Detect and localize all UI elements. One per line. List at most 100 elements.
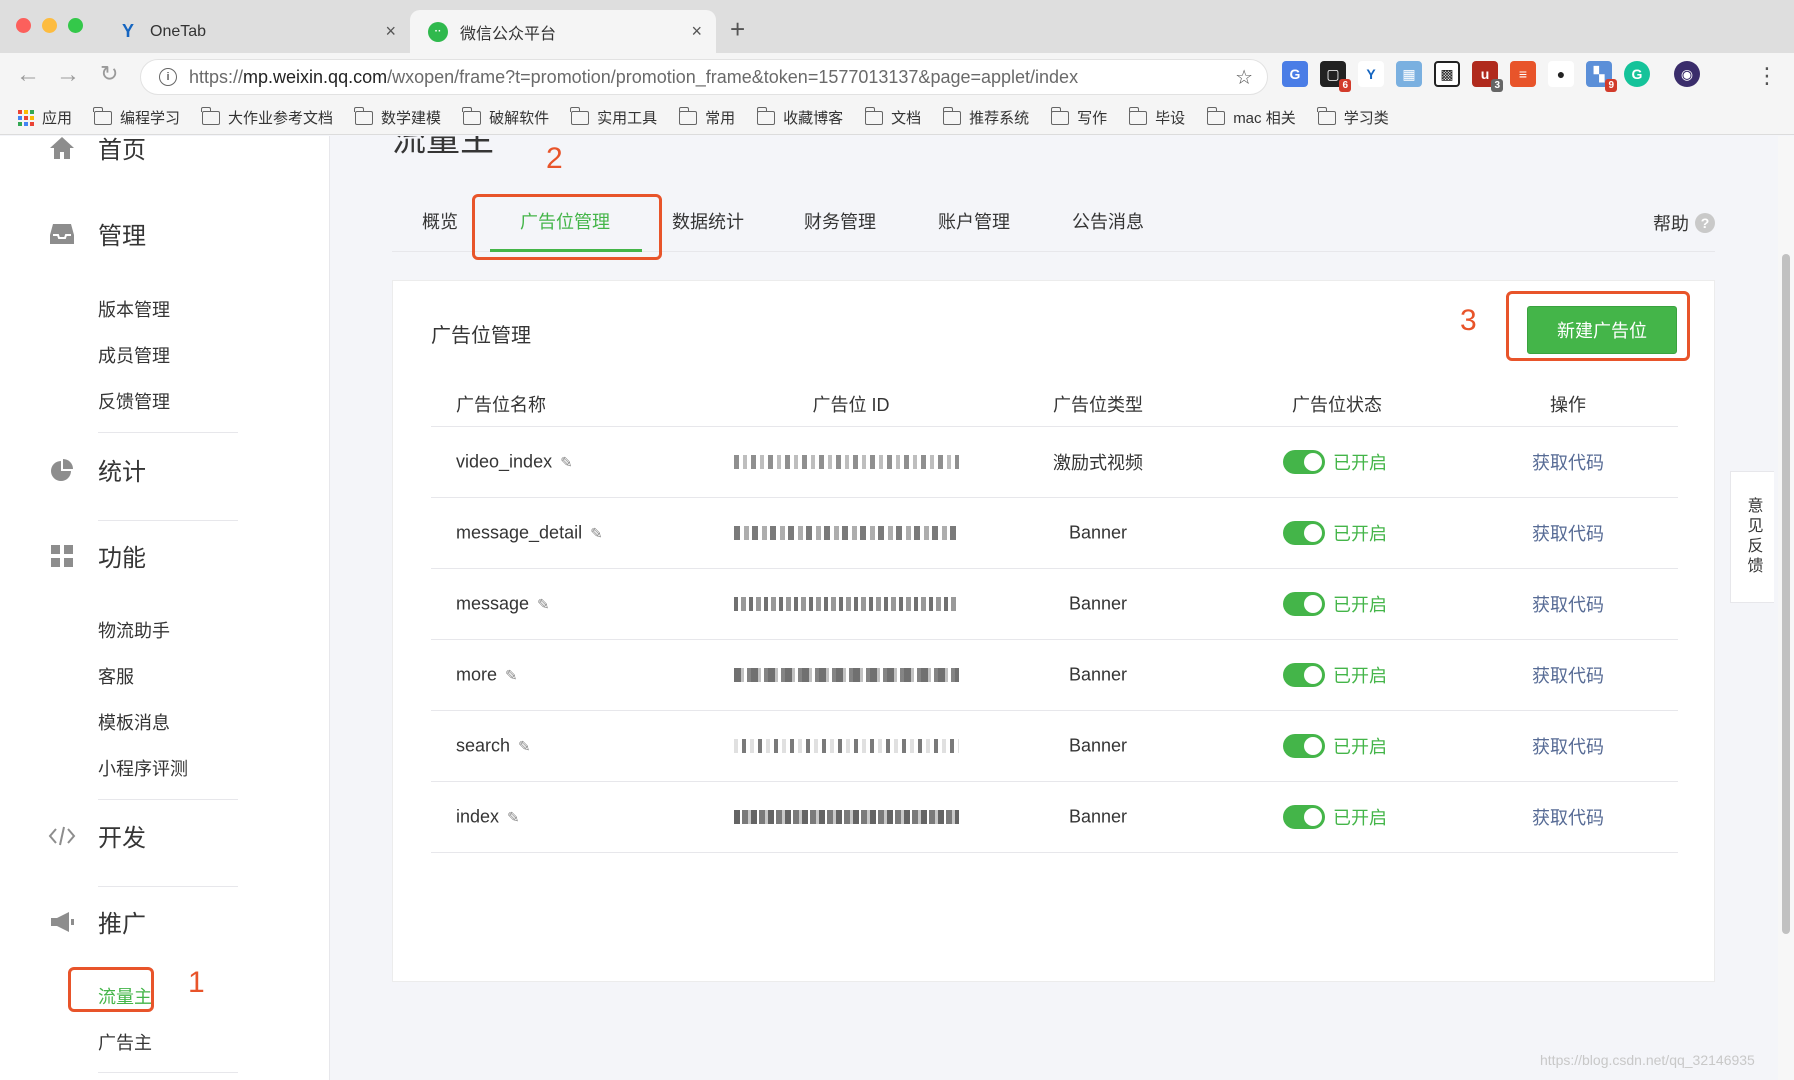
bookmark-star-icon[interactable]: ☆	[1235, 65, 1253, 90]
question-icon: ?	[1695, 213, 1715, 233]
onetab-extension-icon[interactable]: Y	[1358, 61, 1384, 87]
back-icon[interactable]: ←	[16, 63, 40, 87]
pencil-icon[interactable]: ✎	[505, 667, 518, 685]
sidebar-item-feedback[interactable]: 反馈管理	[98, 388, 170, 414]
window-minimize-button[interactable]	[42, 18, 57, 33]
profile-avatar[interactable]: ◉	[1674, 61, 1700, 87]
bookmark-apps[interactable]: 应用	[18, 107, 72, 128]
toggle-switch[interactable]	[1283, 663, 1325, 687]
get-code-link[interactable]: 获取代码	[1532, 449, 1604, 475]
toggle-switch[interactable]	[1283, 805, 1325, 829]
get-code-link[interactable]: 获取代码	[1532, 733, 1604, 759]
window-close-button[interactable]	[16, 18, 31, 33]
browser-tab-onetab[interactable]: Y OneTab ×	[100, 10, 410, 53]
info-icon[interactable]: i	[159, 68, 177, 86]
tab-announcements[interactable]: 公告消息	[1072, 208, 1144, 234]
ext-icon[interactable]: ≡	[1510, 61, 1536, 87]
new-tab-button[interactable]: +	[730, 16, 745, 42]
sidebar-item-version[interactable]: 版本管理	[98, 296, 170, 322]
sidebar-section-dev[interactable]: 开发	[48, 818, 146, 853]
name-text: search	[456, 735, 511, 756]
status-toggle[interactable]: 已开启	[1283, 662, 1387, 688]
status-toggle[interactable]: 已开启	[1283, 520, 1387, 546]
tab-overview[interactable]: 概览	[422, 208, 458, 234]
sidebar-item-logistics[interactable]: 物流助手	[98, 617, 170, 643]
apps-grid-icon	[18, 109, 34, 126]
bookmark-folder[interactable]: 学习类	[1317, 106, 1389, 128]
bookmarks-bar: 应用 编程学习 大作业参考文档 数学建模 破解软件 实用工具 常用 收藏博客 文…	[0, 101, 1794, 135]
more-menu-icon[interactable]: ⋮	[1756, 63, 1778, 89]
pencil-icon[interactable]: ✎	[590, 525, 603, 543]
bookmark-folder[interactable]: 收藏博客	[756, 106, 843, 128]
status-toggle[interactable]: 已开启	[1283, 449, 1387, 475]
bookmark-folder[interactable]: 文档	[864, 106, 921, 128]
ad-slot-id-redacted	[734, 597, 959, 611]
sidebar-features-label: 功能	[98, 545, 146, 572]
pencil-icon[interactable]: ✎	[518, 738, 531, 756]
get-code-link[interactable]: 获取代码	[1532, 520, 1604, 546]
address-bar[interactable]: i https://mp.weixin.qq.com/wxopen/frame?…	[140, 59, 1268, 95]
ext-icon[interactable]: ▚ 9	[1586, 61, 1617, 92]
sidebar-section-home[interactable]: 首页	[48, 136, 146, 165]
bookmark-folder[interactable]: 数学建模	[354, 106, 441, 128]
table-row: message ✎ Banner 已开启 获取代码	[431, 569, 1678, 640]
tab-finance[interactable]: 财务管理	[804, 208, 876, 234]
get-code-link[interactable]: 获取代码	[1532, 591, 1604, 617]
get-code-link[interactable]: 获取代码	[1532, 804, 1604, 830]
sidebar-section-features[interactable]: 功能	[48, 538, 146, 573]
status-toggle[interactable]: 已开启	[1283, 733, 1387, 759]
status-toggle[interactable]: 已开启	[1283, 591, 1387, 617]
sidebar-section-promotion[interactable]: 推广	[48, 904, 146, 939]
bookmark-folder[interactable]: 破解软件	[462, 106, 549, 128]
bookmark-folder[interactable]: 推荐系统	[942, 106, 1029, 128]
bookmark-folder[interactable]: 实用工具	[570, 106, 657, 128]
sidebar-item-evaluation[interactable]: 小程序评测	[98, 755, 188, 781]
translate-extension-icon[interactable]: G	[1282, 61, 1308, 87]
help-link[interactable]: 帮助 ?	[1653, 210, 1715, 236]
status-toggle[interactable]: 已开启	[1283, 804, 1387, 830]
bookmark-folder[interactable]: mac 相关	[1206, 106, 1296, 128]
bookmark-folder[interactable]: 大作业参考文档	[201, 106, 333, 128]
onetab-icon: Y	[121, 21, 134, 41]
pencil-icon[interactable]: ✎	[537, 596, 550, 614]
bookmark-folder[interactable]: 写作	[1050, 106, 1107, 128]
sidebar-item-advertiser[interactable]: 广告主	[98, 1029, 152, 1055]
pencil-icon[interactable]: ✎	[507, 809, 520, 827]
ad-slot-card: 广告位管理 新建广告位 广告位名称 广告位 ID 广告位类型 广告位状态 操作 …	[392, 280, 1715, 982]
bookmark-folder[interactable]: 常用	[678, 106, 735, 128]
bookmark-folder[interactable]: 毕设	[1128, 106, 1185, 128]
sidebar-item-template-message[interactable]: 模板消息	[98, 709, 170, 735]
sidebar-item-customer-service[interactable]: 客服	[98, 663, 134, 689]
toggle-switch[interactable]	[1283, 592, 1325, 616]
feedback-tab[interactable]: 意见反馈	[1730, 471, 1774, 603]
grammarly-extension-icon[interactable]: G	[1624, 61, 1650, 87]
forward-icon[interactable]: →	[56, 63, 80, 87]
col-action: 操作	[1550, 394, 1586, 415]
qrcode-extension-icon[interactable]: ▩	[1434, 61, 1460, 87]
get-code-link[interactable]: 获取代码	[1532, 662, 1604, 688]
folder-icon	[1317, 106, 1336, 125]
tab-data-stats[interactable]: 数据统计	[672, 208, 744, 234]
ext-icon[interactable]: ▦	[1396, 61, 1422, 87]
sidebar-item-members[interactable]: 成员管理	[98, 342, 170, 368]
ad-slot-type: Banner	[1068, 664, 1128, 685]
close-icon[interactable]: ×	[385, 21, 396, 42]
toggle-switch[interactable]	[1283, 734, 1325, 758]
ext-icon[interactable]: ●	[1548, 61, 1574, 87]
table-header: 广告位名称 广告位 ID 广告位类型 广告位状态 操作	[431, 381, 1678, 427]
ext-icon[interactable]: ▢ 6	[1320, 61, 1351, 92]
toggle-switch[interactable]	[1283, 450, 1325, 474]
sidebar-section-manage[interactable]: 管理	[48, 216, 146, 251]
toggle-switch[interactable]	[1283, 521, 1325, 545]
ad-slot-id-redacted	[734, 455, 959, 469]
tab-account[interactable]: 账户管理	[938, 208, 1010, 234]
scrollbar-thumb[interactable]	[1782, 254, 1790, 934]
reload-icon[interactable]: ↻	[100, 63, 118, 85]
bookmark-folder[interactable]: 编程学习	[93, 106, 180, 128]
pencil-icon[interactable]: ✎	[560, 454, 573, 472]
ublock-extension-icon[interactable]: u3	[1472, 61, 1503, 92]
browser-tab-wechat[interactable]: ·· 微信公众平台 ×	[410, 10, 716, 53]
sidebar-section-stats[interactable]: 统计	[48, 452, 146, 487]
close-icon[interactable]: ×	[691, 21, 702, 42]
window-zoom-button[interactable]	[68, 18, 83, 33]
